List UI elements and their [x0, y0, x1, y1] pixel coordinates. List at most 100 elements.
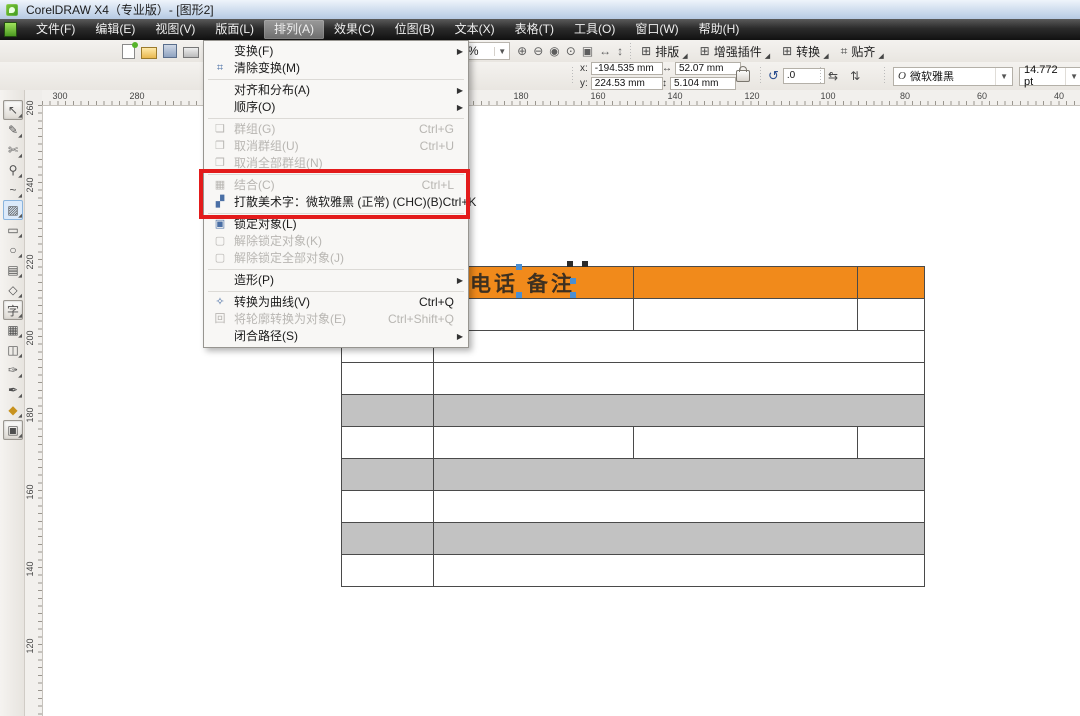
zoom-out-icon[interactable]: ⊖: [530, 41, 546, 61]
menubar-item-v[interactable]: 视图(V): [145, 20, 205, 39]
menu-item-v[interactable]: ✧转换为曲线(V)Ctrl+Q: [204, 294, 468, 311]
convert-group-button[interactable]: ⊞转换◢: [782, 43, 828, 60]
zoom-page-height-icon[interactable]: ↕: [614, 41, 626, 61]
menu-item-s[interactable]: 闭合路径(S)▶: [204, 328, 468, 345]
flyout-arrow-icon[interactable]: ◢: [765, 52, 770, 60]
font-combo-arrow[interactable]: ▼: [995, 68, 1012, 85]
flyout-arrow-icon[interactable]: ◢: [878, 52, 883, 60]
x-position-field[interactable]: -194.535 mm: [591, 62, 663, 75]
y-position-field[interactable]: 224.53 mm: [591, 77, 663, 90]
pick-tool[interactable]: ↖◢: [3, 100, 23, 120]
zoom-selected-icon[interactable]: ◉: [546, 41, 562, 61]
submenu-arrow-icon: ▶: [457, 82, 463, 99]
zoom-combo-arrow[interactable]: ▼: [494, 47, 509, 56]
eyedropper-tool[interactable]: ✑◢: [3, 360, 23, 380]
interactive-fill-tool[interactable]: ▣◢: [3, 420, 23, 440]
new-document-icon[interactable]: [122, 44, 135, 59]
basic-shapes-tool[interactable]: ◇◢: [3, 280, 23, 300]
zoom-tool[interactable]: ⚲◢: [3, 160, 23, 180]
menubar-item-t[interactable]: 表格(T): [505, 20, 564, 39]
menu-item-a[interactable]: 对齐和分布(A)▶: [204, 82, 468, 99]
rectangle-tool[interactable]: ▭◢: [3, 220, 23, 240]
interactive-blend-tool[interactable]: ◫◢: [3, 340, 23, 360]
outline-pen-tool[interactable]: ✒◢: [3, 380, 23, 400]
tool-flyout-icon: ◢: [18, 433, 22, 439]
selected-artistic-text[interactable]: 电话 备注: [470, 268, 575, 298]
plugins-group-button[interactable]: ⊞增强插件◢: [700, 43, 770, 60]
table-row[interactable]: [341, 394, 925, 427]
tool-flyout-icon: ◢: [18, 193, 22, 199]
mirror-vertical-button[interactable]: ⇅: [850, 69, 860, 83]
table-row[interactable]: [341, 490, 925, 523]
menu-item-label: 清除变换(M): [230, 60, 300, 77]
ellipse-tool[interactable]: ○◢: [3, 240, 23, 260]
table-column-divider: [433, 522, 434, 554]
fill-tool[interactable]: ◆◢: [3, 400, 23, 420]
menubar-item-w[interactable]: 窗口(W): [625, 20, 688, 39]
table-row[interactable]: [341, 458, 925, 491]
flyout-arrow-icon[interactable]: ◢: [823, 52, 828, 60]
ruler-tick-label: 220: [25, 254, 35, 269]
mirror-horizontal-button[interactable]: ⇆: [828, 69, 838, 83]
menubar-item-o[interactable]: 工具(O): [564, 20, 625, 39]
selection-handle[interactable]: [570, 292, 576, 298]
font-size-arrow[interactable]: ▼: [1065, 68, 1080, 85]
zoom-all-objects-icon[interactable]: ⊙: [563, 41, 579, 61]
open-icon[interactable]: [141, 47, 157, 59]
save-icon[interactable]: [163, 44, 177, 58]
print-icon[interactable]: [183, 47, 199, 58]
selection-handle[interactable]: [582, 261, 588, 267]
menubar-item-b[interactable]: 位图(B): [385, 20, 445, 39]
lock-ratio-button[interactable]: [736, 70, 750, 82]
ruler-tick-label: 40: [1054, 91, 1064, 101]
table-row[interactable]: [341, 362, 925, 395]
snap-group-button[interactable]: ⌗贴齐◢: [841, 43, 884, 60]
selection-handle[interactable]: [567, 261, 573, 267]
menubar-item-f[interactable]: 文件(F): [26, 20, 85, 39]
freehand-tool[interactable]: ~◢: [3, 180, 23, 200]
object-width-field[interactable]: 52.07 mm: [675, 62, 741, 75]
selection-handle[interactable]: [570, 278, 576, 284]
table-row[interactable]: [341, 554, 925, 587]
table-tool[interactable]: ▦◢: [3, 320, 23, 340]
menubar-item-c[interactable]: 效果(C): [324, 20, 385, 39]
submenu-arrow-icon: ▶: [457, 272, 463, 289]
table-row[interactable]: [341, 522, 925, 555]
menubar-item-h[interactable]: 帮助(H): [689, 20, 750, 39]
flyout-arrow-icon[interactable]: ◢: [682, 52, 687, 60]
menubar-item-a[interactable]: 排列(A): [264, 20, 324, 39]
text-tool[interactable]: 字◢: [3, 300, 23, 320]
selection-handle[interactable]: [516, 264, 522, 270]
menu-item-o[interactable]: 顺序(O)▶: [204, 99, 468, 116]
zoom-in-icon[interactable]: ⊕: [514, 41, 530, 61]
shape-tool[interactable]: ✎◢: [3, 120, 23, 140]
object-height-field[interactable]: 5.104 mm: [670, 77, 736, 90]
graph-paper-tool[interactable]: ▤◢: [3, 260, 23, 280]
menubar-item-e[interactable]: 编辑(E): [85, 20, 145, 39]
menubar-item-x[interactable]: 文本(X): [445, 20, 505, 39]
ruler-tick-label: 160: [590, 91, 605, 101]
rotation-angle-field[interactable]: .0: [783, 68, 825, 84]
vertical-ruler[interactable]: 260240220200180160140120: [24, 105, 43, 716]
menu-item-p[interactable]: 造形(P)▶: [204, 272, 468, 289]
selection-handle[interactable]: [516, 292, 522, 298]
menu-item-icon: ⌗: [210, 60, 230, 77]
font-size-combo[interactable]: 14.772 pt ▼: [1019, 67, 1080, 86]
font-list-combo[interactable]: O 微软雅黑 ▼: [893, 67, 1013, 86]
layout-group-icon: ⊞: [641, 44, 651, 58]
menu-item-label: 解除锁定对象(K): [230, 233, 322, 250]
title-bar: CorelDRAW X4（专业版）- [图形2]: [0, 0, 1080, 19]
horizontal-ruler[interactable]: 300280260240220200180160140120100806040: [42, 90, 1080, 106]
font-size-value: 14.772 pt: [1024, 64, 1065, 88]
zoom-page-icon[interactable]: ▣: [579, 41, 596, 61]
menu-item-f[interactable]: 变换(F)▶: [204, 43, 468, 60]
tool-flyout-icon: ◢: [18, 233, 22, 239]
layout-group-button[interactable]: ⊞排版◢: [641, 43, 687, 60]
menubar-item-l[interactable]: 版面(L): [205, 20, 264, 39]
menu-item-label: 解除锁定全部对象(J): [230, 250, 344, 267]
smart-fill-tool[interactable]: ▨◢: [3, 200, 23, 220]
crop-tool[interactable]: ✄◢: [3, 140, 23, 160]
zoom-page-width-icon[interactable]: ↔: [596, 41, 614, 61]
menu-item-m[interactable]: ⌗清除变换(M): [204, 60, 468, 77]
y-label: y:: [580, 78, 588, 89]
